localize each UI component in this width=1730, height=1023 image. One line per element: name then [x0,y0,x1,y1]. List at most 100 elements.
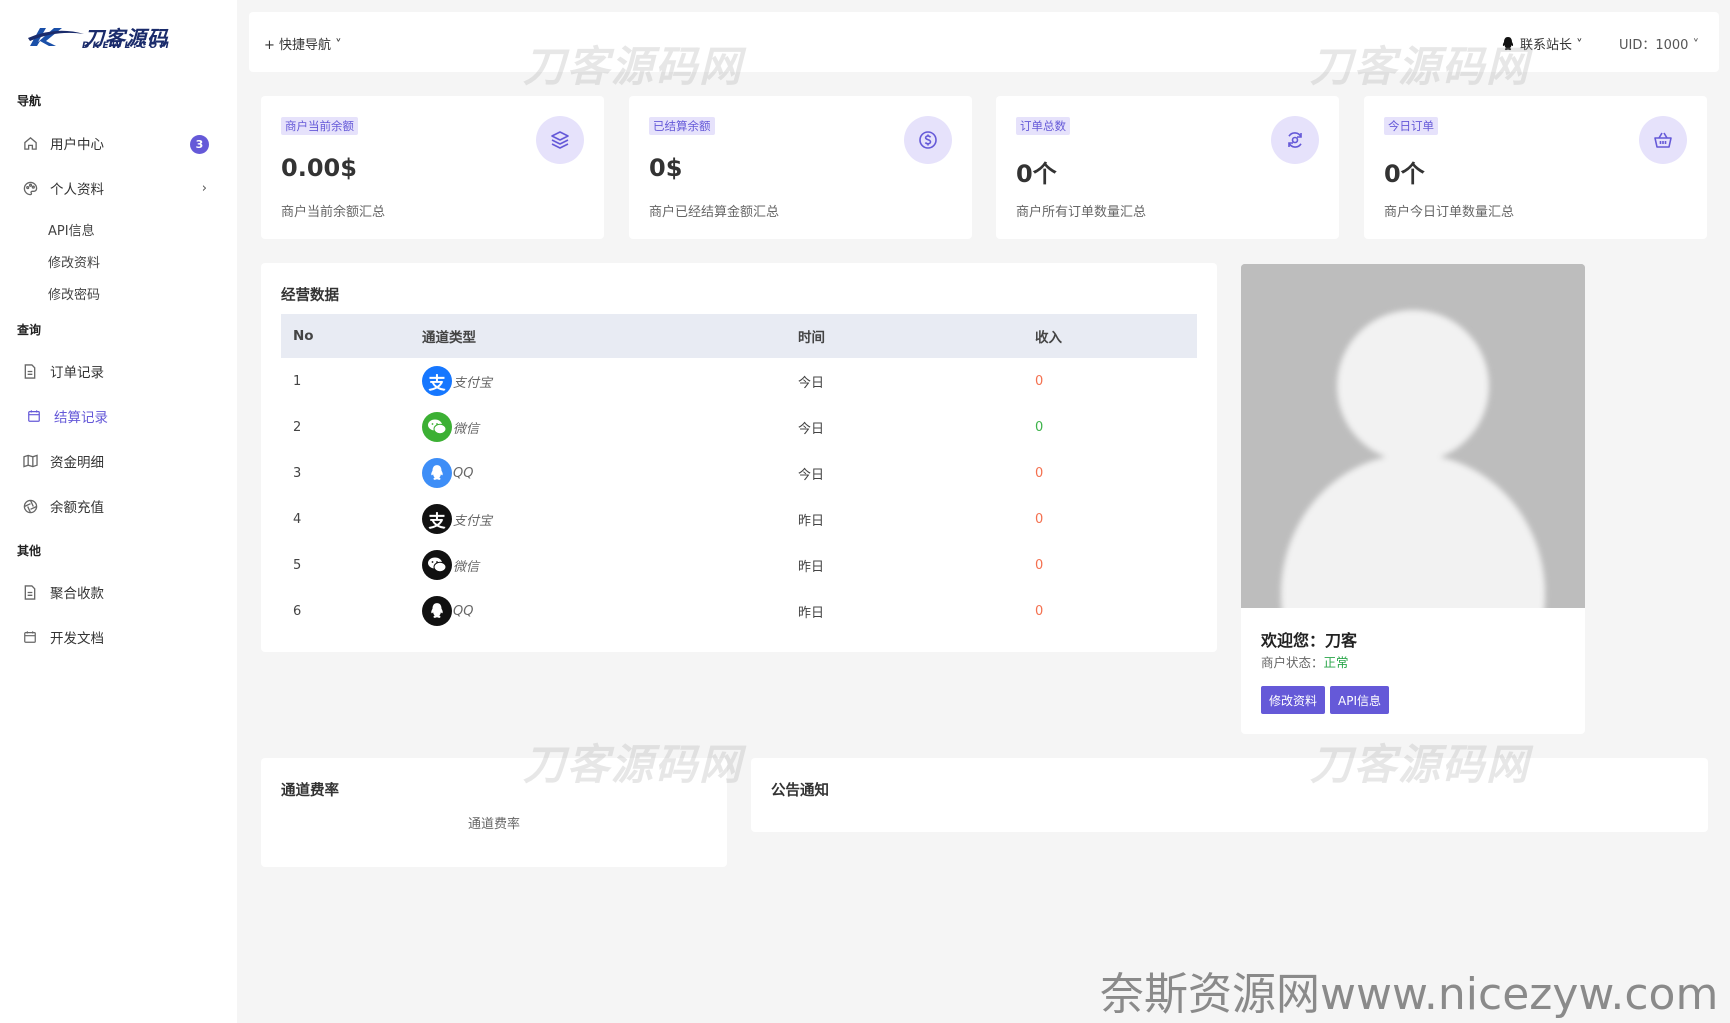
stat-card-balance: 商户当前余额 0.00$ 商户当前余额汇总 [261,96,604,239]
business-data-card: 经营数据 No 通道类型 时间 收入 1 支 支付宝 今日 0 2 微信 今日 … [261,263,1217,652]
default-avatar-icon [1241,264,1585,608]
row-no: 1 [293,373,302,389]
sidebar-item-aggregate[interactable]: 聚合收款 [22,578,215,606]
table-row: 4 支 支付宝 昨日 0 [281,496,1197,542]
channel-name: 支付宝 [453,375,493,391]
status-badge: 正常 [1323,655,1349,670]
row-income: 0 [1035,511,1044,527]
dollar-circle-icon [904,116,952,164]
quick-nav-dropdown[interactable]: + 快捷导航 ˅ [264,34,342,53]
row-income: 0 [1035,419,1044,435]
row-no: 4 [293,511,302,527]
aperture-icon [22,498,38,514]
footer-watermark: 奈斯资源网www.nicezyw.com [1100,969,1719,1020]
sidebar-item-funds[interactable]: 资金明细 [22,447,215,475]
home-icon [22,135,38,151]
notice-title: 公告通知 [771,783,829,799]
table-row: 2 微信 今日 0 [281,404,1197,450]
calendar-icon [26,408,42,424]
section-query-title: 查询 [17,323,42,337]
sidebar-item-user-center[interactable]: 用户中心 3 [22,129,215,157]
col-header-income: 收入 [1035,330,1062,346]
sidebar-item-label: 用户中心 [50,137,104,153]
document-icon [22,363,38,379]
stat-tag: 商户当前余额 [281,117,358,135]
sidebar-item-label: 资金明细 [50,455,104,471]
layers-icon [536,116,584,164]
uid-dropdown[interactable]: UID：1000 ˅ [1619,34,1699,53]
channel-name: QQ [453,465,474,481]
stat-value: 0$ [649,154,683,182]
notice-card: 公告通知 [751,758,1708,832]
sidebar-item-docs[interactable]: 开发文档 [22,623,215,651]
row-no: 2 [293,419,302,435]
row-no: 5 [293,557,302,573]
row-time: 今日 [798,467,825,483]
watermark: 刀客源码网 [1310,740,1531,789]
business-data-title: 经营数据 [281,288,339,304]
stat-card-orders-today: 今日订单 0个 商户今日订单数量汇总 [1364,96,1707,239]
stat-desc: 商户当前余额汇总 [281,205,386,220]
row-time: 今日 [798,421,825,437]
qq-icon [422,458,452,488]
sidebar-item-label: 个人资料 [50,182,104,198]
col-header-channel: 通道类型 [422,330,476,346]
sidebar-subitem-change-password[interactable]: 修改密码 [48,284,100,303]
logo-mark-icon [28,28,84,46]
alipay-icon: 支 [422,504,452,534]
stat-tag: 订单总数 [1016,117,1070,135]
sidebar-item-recharge[interactable]: 余额充值 [22,492,215,520]
qq-icon [422,596,452,626]
row-no: 6 [293,603,302,619]
sidebar-item-label: 余额充值 [50,500,104,516]
row-no: 3 [293,465,302,481]
palette-icon [22,180,38,196]
row-time: 今日 [798,375,825,391]
channel-name: QQ [453,603,474,619]
sidebar-item-profile[interactable]: 个人资料 › [22,174,215,202]
sidebar-item-label: 开发文档 [50,631,104,647]
row-income: 0 [1035,557,1044,573]
channel-name: 支付宝 [453,513,493,529]
channel-name: 微信 [453,559,480,575]
site-logo[interactable]: 刀客源码 DKEWL.COM [26,24,211,51]
table-header: No 通道类型 时间 收入 [281,314,1197,358]
col-header-time: 时间 [798,330,825,346]
sidebar-item-settlement[interactable]: 结算记录 [22,402,215,430]
alipay-icon: 支 [422,366,452,396]
profile-card: 欢迎您：刀客 商户状态：正常 修改资料 API信息 [1241,264,1585,734]
status-label: 商户状态： [1261,655,1324,670]
calendar-icon [22,629,38,645]
stat-desc: 商户所有订单数量汇总 [1016,205,1147,220]
edit-profile-button[interactable]: 修改资料 [1261,686,1326,714]
channel-rate-title: 通道费率 [281,783,339,799]
table-row: 6 QQ 昨日 0 [281,588,1197,634]
sidebar: 刀客源码 DKEWL.COM 导航 用户中心 3 个人资料 › API信息 修改… [0,0,237,1023]
stat-desc: 商户今日订单数量汇总 [1384,205,1515,220]
section-other-title: 其他 [17,544,42,558]
stat-card-settled: 已结算余额 0$ 商户已经结算金额汇总 [629,96,972,239]
stat-tag: 今日订单 [1384,117,1438,135]
watermark: 刀客源码网 [523,740,744,789]
stat-value: 0个 [1384,160,1425,188]
sidebar-item-orders[interactable]: 订单记录 [22,357,215,385]
refresh-circle-icon [1271,116,1319,164]
stat-tag: 已结算余额 [649,117,715,135]
notification-badge: 3 [190,135,209,154]
row-time: 昨日 [798,605,825,621]
channel-name: 微信 [453,421,480,437]
sidebar-item-label: 聚合收款 [50,586,104,602]
sidebar-subitem-edit-profile[interactable]: 修改资料 [48,252,100,271]
watermark: 刀客源码网 [523,42,744,91]
row-income: 0 [1035,603,1044,619]
business-data-table: No 通道类型 时间 收入 1 支 支付宝 今日 0 2 微信 今日 0 3 Q… [281,314,1197,634]
welcome-text: 欢迎您：刀客 [1261,631,1358,650]
logo-text-en: DKEWL.COM [82,41,172,51]
api-info-button[interactable]: API信息 [1330,686,1389,714]
channel-rate-body: 通道费率 [467,817,520,832]
wechat-icon [422,412,452,442]
row-income: 0 [1035,373,1044,389]
table-row: 1 支 支付宝 今日 0 [281,358,1197,404]
table-row: 3 QQ 今日 0 [281,450,1197,496]
sidebar-subitem-api-info[interactable]: API信息 [48,220,95,239]
